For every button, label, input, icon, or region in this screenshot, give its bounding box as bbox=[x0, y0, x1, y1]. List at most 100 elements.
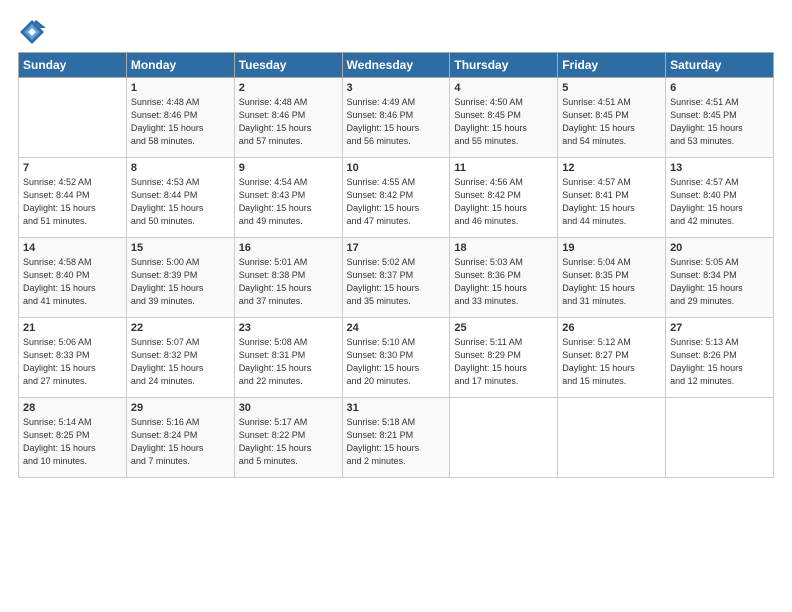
day-info: Sunrise: 4:57 AM Sunset: 8:41 PM Dayligh… bbox=[562, 176, 661, 228]
col-header-thursday: Thursday bbox=[450, 53, 558, 78]
day-info: Sunrise: 4:55 AM Sunset: 8:42 PM Dayligh… bbox=[347, 176, 446, 228]
day-number: 5 bbox=[562, 82, 661, 94]
week-row-3: 14 Sunrise: 4:58 AM Sunset: 8:40 PM Dayli… bbox=[19, 238, 774, 318]
day-number: 27 bbox=[670, 322, 769, 334]
calendar-cell: 17 Sunrise: 5:02 AM Sunset: 8:37 PM Dayli… bbox=[342, 238, 450, 318]
day-info: Sunrise: 4:51 AM Sunset: 8:45 PM Dayligh… bbox=[670, 96, 769, 148]
day-number: 18 bbox=[454, 242, 553, 254]
calendar-cell: 7Sunrise: 4:52 AM Sunset: 8:44 PM Daylig… bbox=[19, 158, 127, 238]
day-number: 21 bbox=[23, 322, 122, 334]
calendar-cell: 26Sunrise: 5:12 AM Sunset: 8:27 PM Dayli… bbox=[558, 318, 666, 398]
day-number: 3 bbox=[347, 82, 446, 94]
day-number: 16 bbox=[239, 242, 338, 254]
day-info: Sunrise: 4:56 AM Sunset: 8:42 PM Dayligh… bbox=[454, 176, 553, 228]
calendar-cell: 3 Sunrise: 4:49 AM Sunset: 8:46 PM Daylig… bbox=[342, 78, 450, 158]
calendar-cell: 1 Sunrise: 4:48 AM Sunset: 8:46 PM Daylig… bbox=[126, 78, 234, 158]
week-row-1: 1 Sunrise: 4:48 AM Sunset: 8:46 PM Daylig… bbox=[19, 78, 774, 158]
calendar-cell bbox=[558, 398, 666, 478]
day-number: 1 bbox=[131, 82, 230, 94]
day-number: 10 bbox=[347, 162, 446, 174]
logo-icon bbox=[18, 18, 46, 46]
day-info: Sunrise: 5:17 AM Sunset: 8:22 PM Dayligh… bbox=[239, 416, 338, 468]
calendar-cell: 20 Sunrise: 5:05 AM Sunset: 8:34 PM Dayli… bbox=[666, 238, 774, 318]
day-info: Sunrise: 5:05 AM Sunset: 8:34 PM Dayligh… bbox=[670, 256, 769, 308]
calendar-cell bbox=[666, 398, 774, 478]
day-info: Sunrise: 5:18 AM Sunset: 8:21 PM Dayligh… bbox=[347, 416, 446, 468]
day-info: Sunrise: 4:48 AM Sunset: 8:46 PM Dayligh… bbox=[131, 96, 230, 148]
day-info: Sunrise: 5:01 AM Sunset: 8:38 PM Dayligh… bbox=[239, 256, 338, 308]
calendar-cell: 21Sunrise: 5:06 AM Sunset: 8:33 PM Dayli… bbox=[19, 318, 127, 398]
calendar-cell: 6 Sunrise: 4:51 AM Sunset: 8:45 PM Daylig… bbox=[666, 78, 774, 158]
col-header-tuesday: Tuesday bbox=[234, 53, 342, 78]
day-info: Sunrise: 5:00 AM Sunset: 8:39 PM Dayligh… bbox=[131, 256, 230, 308]
day-info: Sunrise: 5:10 AM Sunset: 8:30 PM Dayligh… bbox=[347, 336, 446, 388]
day-info: Sunrise: 4:53 AM Sunset: 8:44 PM Dayligh… bbox=[131, 176, 230, 228]
day-number: 28 bbox=[23, 402, 122, 414]
calendar-cell: 29 Sunrise: 5:16 AM Sunset: 8:24 PM Dayli… bbox=[126, 398, 234, 478]
day-number: 14 bbox=[23, 242, 122, 254]
day-info: Sunrise: 4:57 AM Sunset: 8:40 PM Dayligh… bbox=[670, 176, 769, 228]
col-header-wednesday: Wednesday bbox=[342, 53, 450, 78]
calendar-cell: 12 Sunrise: 4:57 AM Sunset: 8:41 PM Dayli… bbox=[558, 158, 666, 238]
day-number: 31 bbox=[347, 402, 446, 414]
calendar-cell: 24Sunrise: 5:10 AM Sunset: 8:30 PM Dayli… bbox=[342, 318, 450, 398]
day-number: 19 bbox=[562, 242, 661, 254]
calendar-cell: 15 Sunrise: 5:00 AM Sunset: 8:39 PM Dayli… bbox=[126, 238, 234, 318]
calendar-cell: 4 Sunrise: 4:50 AM Sunset: 8:45 PM Daylig… bbox=[450, 78, 558, 158]
col-header-saturday: Saturday bbox=[666, 53, 774, 78]
calendar-cell: 22Sunrise: 5:07 AM Sunset: 8:32 PM Dayli… bbox=[126, 318, 234, 398]
calendar-cell: 23Sunrise: 5:08 AM Sunset: 8:31 PM Dayli… bbox=[234, 318, 342, 398]
day-info: Sunrise: 5:02 AM Sunset: 8:37 PM Dayligh… bbox=[347, 256, 446, 308]
col-header-monday: Monday bbox=[126, 53, 234, 78]
day-info: Sunrise: 5:07 AM Sunset: 8:32 PM Dayligh… bbox=[131, 336, 230, 388]
calendar-cell: 31 Sunrise: 5:18 AM Sunset: 8:21 PM Dayli… bbox=[342, 398, 450, 478]
day-number: 15 bbox=[131, 242, 230, 254]
calendar-cell: 9 Sunrise: 4:54 AM Sunset: 8:43 PM Daylig… bbox=[234, 158, 342, 238]
day-info: Sunrise: 5:16 AM Sunset: 8:24 PM Dayligh… bbox=[131, 416, 230, 468]
day-info: Sunrise: 5:13 AM Sunset: 8:26 PM Dayligh… bbox=[670, 336, 769, 388]
day-info: Sunrise: 4:52 AM Sunset: 8:44 PM Dayligh… bbox=[23, 176, 122, 228]
col-header-friday: Friday bbox=[558, 53, 666, 78]
day-info: Sunrise: 4:49 AM Sunset: 8:46 PM Dayligh… bbox=[347, 96, 446, 148]
calendar-cell bbox=[19, 78, 127, 158]
day-number: 6 bbox=[670, 82, 769, 94]
day-info: Sunrise: 4:54 AM Sunset: 8:43 PM Dayligh… bbox=[239, 176, 338, 228]
calendar-table: SundayMondayTuesdayWednesdayThursdayFrid… bbox=[18, 52, 774, 478]
day-info: Sunrise: 4:50 AM Sunset: 8:45 PM Dayligh… bbox=[454, 96, 553, 148]
day-number: 11 bbox=[454, 162, 553, 174]
day-number: 4 bbox=[454, 82, 553, 94]
day-number: 29 bbox=[131, 402, 230, 414]
calendar-cell: 10 Sunrise: 4:55 AM Sunset: 8:42 PM Dayli… bbox=[342, 158, 450, 238]
day-info: Sunrise: 5:03 AM Sunset: 8:36 PM Dayligh… bbox=[454, 256, 553, 308]
calendar-cell: 30Sunrise: 5:17 AM Sunset: 8:22 PM Dayli… bbox=[234, 398, 342, 478]
calendar-cell: 25 Sunrise: 5:11 AM Sunset: 8:29 PM Dayli… bbox=[450, 318, 558, 398]
calendar-cell: 14 Sunrise: 4:58 AM Sunset: 8:40 PM Dayli… bbox=[19, 238, 127, 318]
day-info: Sunrise: 5:14 AM Sunset: 8:25 PM Dayligh… bbox=[23, 416, 122, 468]
day-info: Sunrise: 5:08 AM Sunset: 8:31 PM Dayligh… bbox=[239, 336, 338, 388]
calendar-cell: 5 Sunrise: 4:51 AM Sunset: 8:45 PM Daylig… bbox=[558, 78, 666, 158]
calendar-cell: 2Sunrise: 4:48 AM Sunset: 8:46 PM Daylig… bbox=[234, 78, 342, 158]
day-info: Sunrise: 5:11 AM Sunset: 8:29 PM Dayligh… bbox=[454, 336, 553, 388]
day-info: Sunrise: 4:48 AM Sunset: 8:46 PM Dayligh… bbox=[239, 96, 338, 148]
calendar-cell: 27 Sunrise: 5:13 AM Sunset: 8:26 PM Dayli… bbox=[666, 318, 774, 398]
day-info: Sunrise: 4:58 AM Sunset: 8:40 PM Dayligh… bbox=[23, 256, 122, 308]
calendar-cell: 19 Sunrise: 5:04 AM Sunset: 8:35 PM Dayli… bbox=[558, 238, 666, 318]
week-row-2: 7Sunrise: 4:52 AM Sunset: 8:44 PM Daylig… bbox=[19, 158, 774, 238]
day-number: 20 bbox=[670, 242, 769, 254]
day-number: 17 bbox=[347, 242, 446, 254]
week-row-4: 21Sunrise: 5:06 AM Sunset: 8:33 PM Dayli… bbox=[19, 318, 774, 398]
calendar-cell: 11 Sunrise: 4:56 AM Sunset: 8:42 PM Dayli… bbox=[450, 158, 558, 238]
page-header bbox=[18, 18, 774, 46]
day-info: Sunrise: 4:51 AM Sunset: 8:45 PM Dayligh… bbox=[562, 96, 661, 148]
calendar-cell: 16 Sunrise: 5:01 AM Sunset: 8:38 PM Dayli… bbox=[234, 238, 342, 318]
day-number: 25 bbox=[454, 322, 553, 334]
day-info: Sunrise: 5:04 AM Sunset: 8:35 PM Dayligh… bbox=[562, 256, 661, 308]
logo bbox=[18, 18, 50, 46]
day-number: 12 bbox=[562, 162, 661, 174]
day-number: 9 bbox=[239, 162, 338, 174]
calendar-cell: 28 Sunrise: 5:14 AM Sunset: 8:25 PM Dayli… bbox=[19, 398, 127, 478]
calendar-cell: 8 Sunrise: 4:53 AM Sunset: 8:44 PM Daylig… bbox=[126, 158, 234, 238]
week-row-5: 28 Sunrise: 5:14 AM Sunset: 8:25 PM Dayli… bbox=[19, 398, 774, 478]
day-number: 26 bbox=[562, 322, 661, 334]
day-number: 8 bbox=[131, 162, 230, 174]
